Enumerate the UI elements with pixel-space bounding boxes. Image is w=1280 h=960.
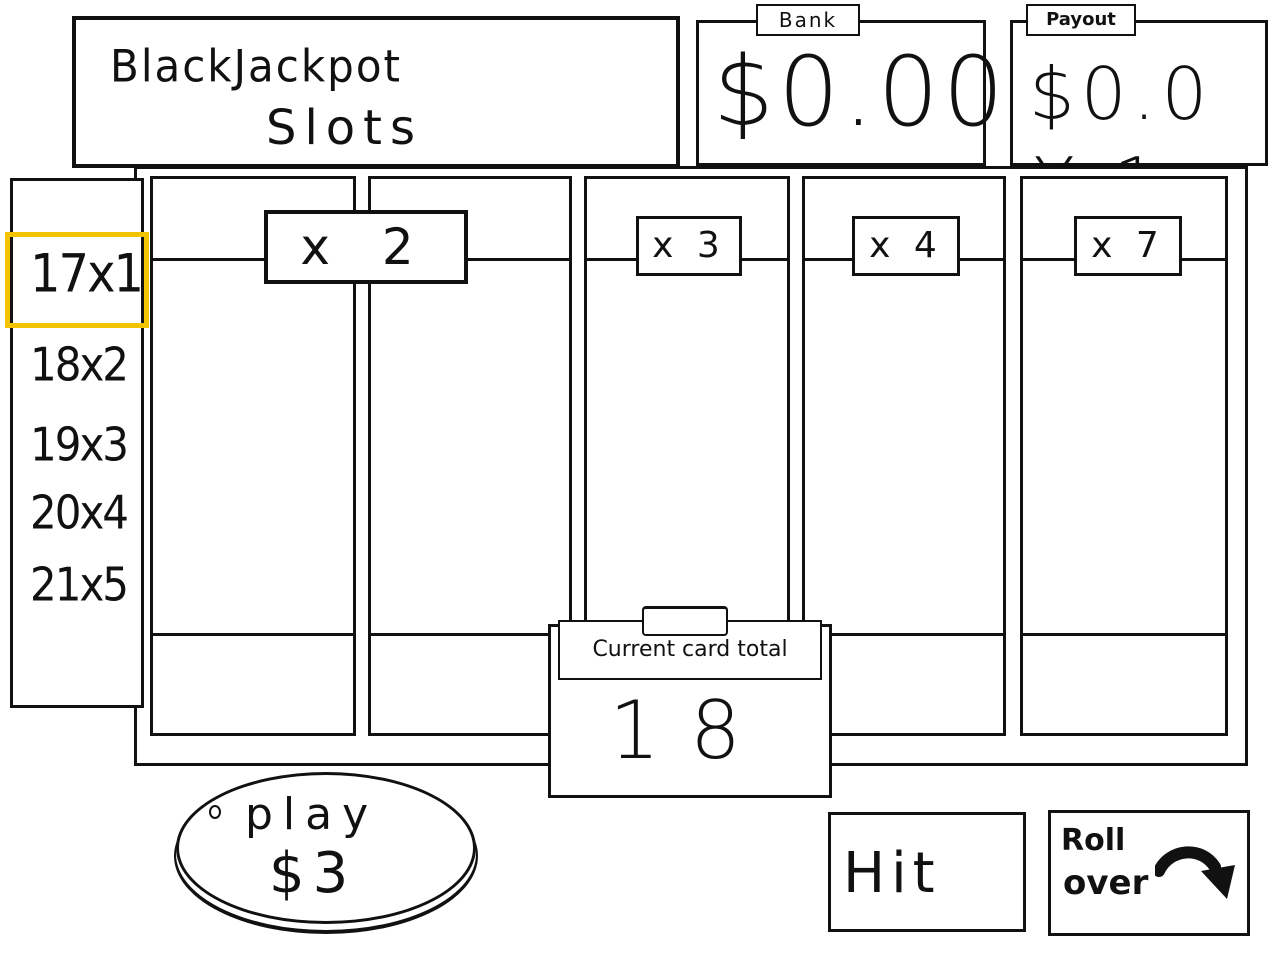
multiplier-label: x 3 (652, 225, 726, 266)
rollover-label-line1: Roll (1061, 823, 1126, 858)
multiplier-badge: x 2 (264, 210, 468, 284)
current-total-value: 18 (609, 684, 771, 777)
payout-label: Payout (1026, 4, 1136, 36)
title-line2: Slots (266, 100, 423, 156)
hit-button[interactable]: Hit (828, 812, 1026, 932)
dot-icon (209, 805, 221, 819)
multiplier-label: x 2 (300, 218, 432, 276)
rollover-label-line2: over (1063, 863, 1149, 903)
title-panel: BlackJackpot Slots (72, 16, 680, 168)
bank-panel: $0.00 (696, 20, 1004, 166)
multiplier-label: x 7 (1091, 225, 1165, 266)
multiplier-badge: x 7 (1074, 216, 1182, 276)
title-line1: BlackJackpot (110, 40, 402, 93)
hit-label: Hit (843, 841, 941, 906)
bank-value: $0.00 (713, 36, 1008, 148)
reel-divider (371, 633, 569, 636)
payout-panel: $0.0 X 1 (1010, 20, 1268, 226)
rollover-button[interactable]: Roll over (1048, 810, 1250, 936)
clip-icon (642, 606, 728, 636)
curved-arrow-icon (1155, 846, 1235, 899)
play-button[interactable]: play $3 (176, 772, 476, 924)
paytable-row: 21x5 (30, 557, 129, 612)
multiplier-badge: x 3 (636, 216, 742, 276)
reel-divider (1023, 633, 1225, 636)
play-label: play (245, 789, 379, 840)
bank-label: Bank (756, 4, 860, 36)
multiplier-badge: x 4 (852, 216, 960, 276)
multiplier-label: x 4 (869, 225, 943, 266)
paytable-row: 19x3 (30, 417, 129, 472)
paytable-highlight (5, 232, 149, 328)
reel-divider (153, 633, 353, 636)
paytable-row: 18x2 (30, 337, 129, 392)
paytable-row: 20x4 (30, 485, 129, 540)
play-price: $3 (269, 841, 357, 906)
reel-divider (805, 633, 1003, 636)
